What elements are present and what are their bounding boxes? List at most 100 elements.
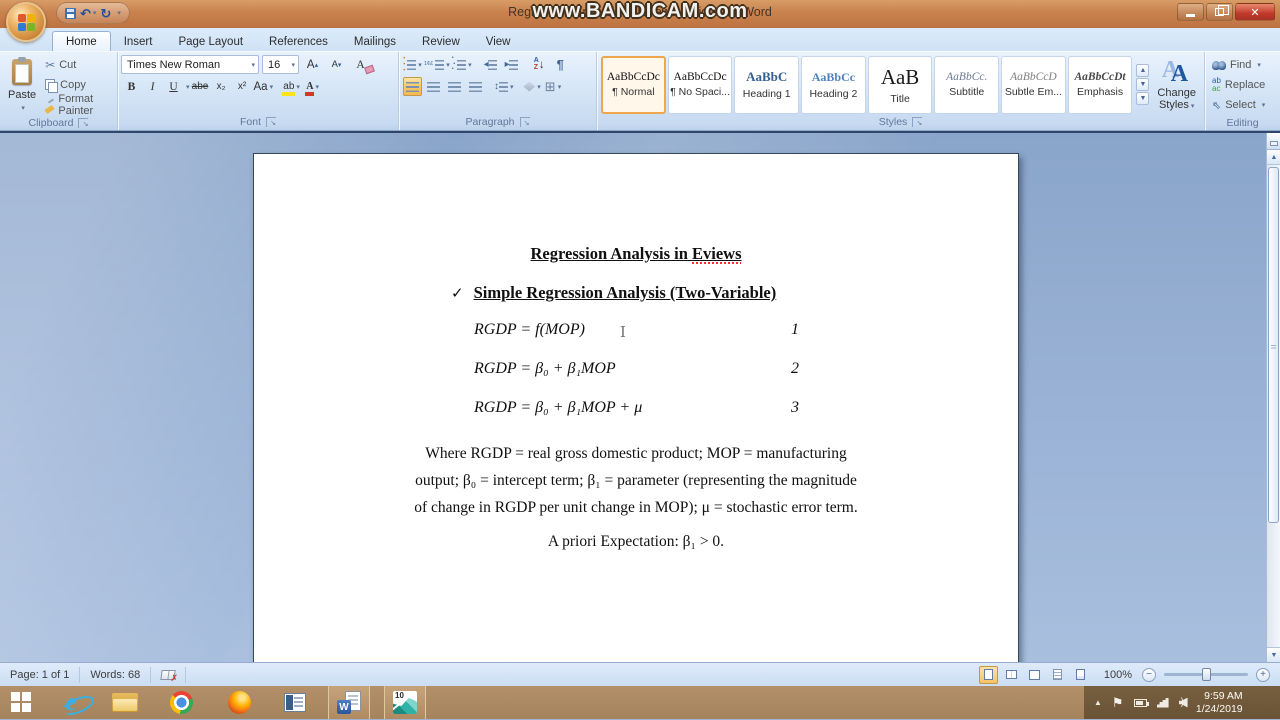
taskbar-item-internet-explorer[interactable]: e [50, 686, 92, 719]
sort-button[interactable]: A Z ↓ [530, 55, 549, 74]
font-color-button[interactable]: A ▾ [303, 77, 322, 96]
styles-dialog-launcher[interactable]: ↘ [912, 117, 923, 127]
change-case-button[interactable]: Aa ▾ [254, 77, 274, 96]
justify-button[interactable] [466, 77, 485, 96]
style-emphasis[interactable]: AaBbCcDt Emphasis [1067, 55, 1133, 114]
format-painter-button[interactable]: Format Painter [41, 93, 114, 117]
action-center-flag-icon[interactable]: ⚑ [1112, 696, 1124, 709]
vertical-scrollbar[interactable]: ▲ ▼ [1266, 133, 1280, 662]
style-no-spacing[interactable]: AaBbCcDc ¶ No Spaci... [667, 55, 733, 114]
tab-insert[interactable]: Insert [111, 32, 166, 51]
style-heading1[interactable]: AaBbC Heading 1 [734, 55, 800, 114]
outline-view-button[interactable] [1048, 666, 1067, 684]
style-subtitle[interactable]: AaBbCc. Subtitle [934, 55, 1000, 114]
web-layout-view-button[interactable] [1025, 666, 1044, 684]
subscript-button[interactable]: x₂ [212, 77, 231, 96]
underline-button[interactable]: U [164, 77, 183, 96]
minimize-button[interactable] [1177, 3, 1204, 21]
numbering-button[interactable]: ▾ [424, 55, 450, 74]
style-title[interactable]: AaB Title [867, 55, 933, 114]
battery-icon[interactable] [1133, 698, 1149, 707]
tab-review[interactable]: Review [409, 32, 473, 51]
tab-references[interactable]: References [256, 32, 341, 51]
align-left-button[interactable] [403, 77, 422, 96]
clock[interactable]: 9:59 AM 1/24/2019 [1196, 690, 1243, 716]
font-dialog-launcher[interactable]: ↘ [266, 117, 276, 127]
highlight-color-button[interactable]: ab ▾ [282, 77, 301, 96]
zoom-level[interactable]: 100% [1104, 669, 1132, 681]
change-styles-button[interactable]: AA Change Styles ▾ [1152, 57, 1201, 113]
replace-button[interactable]: ab ac Replace [1208, 75, 1277, 95]
styles-more-button[interactable]: ▼ [1136, 92, 1150, 105]
style-subtle-emphasis[interactable]: AaBbCcD Subtle Em... [1001, 55, 1066, 114]
restore-button[interactable] [1206, 3, 1233, 21]
taskbar-item-eviews[interactable]: 10 [384, 686, 426, 719]
print-layout-view-button[interactable] [978, 665, 998, 684]
proofing-status[interactable] [151, 666, 187, 683]
clipboard-dialog-launcher[interactable]: ↘ [78, 117, 89, 128]
find-button[interactable]: Find ▾ [1208, 55, 1277, 75]
strikethrough-button[interactable]: abe [191, 77, 210, 96]
underline-dropdown-icon[interactable]: ▾ [186, 83, 190, 91]
multilevel-list-button[interactable]: ▾ [452, 55, 472, 74]
clear-formatting-button[interactable]: A [351, 55, 370, 74]
internet-explorer-icon: e [65, 689, 77, 716]
shading-button[interactable]: ▾ [523, 77, 542, 96]
align-right-button[interactable] [445, 77, 464, 96]
outline-icon [1052, 669, 1062, 680]
document-page[interactable]: Regression Analysis in Eviews ✓ Simple R… [253, 153, 1019, 662]
office-button[interactable] [6, 2, 46, 42]
decrease-indent-button[interactable]: ◂ [481, 55, 500, 74]
network-signal-icon[interactable] [1156, 697, 1169, 708]
ribbon-tab-row: Home Insert Page Layout References Maili… [0, 28, 1280, 51]
volume-control[interactable]: ) [1178, 697, 1188, 708]
tab-page-layout[interactable]: Page Layout [165, 32, 256, 51]
taskbar-item-firefox[interactable] [218, 686, 260, 719]
tab-mailings[interactable]: Mailings [341, 32, 409, 51]
hidden-icons-chevron[interactable]: ▲ [1094, 698, 1102, 707]
zoom-slider-thumb[interactable] [1202, 668, 1211, 681]
grow-font-button[interactable]: A [303, 55, 322, 74]
multilevel-list-icon [452, 56, 467, 73]
zoom-slider[interactable] [1164, 668, 1248, 681]
taskbar-item-app-window[interactable] [274, 686, 316, 719]
styles-scroll-down-button[interactable]: ▼ [1136, 78, 1150, 91]
taskbar-item-word[interactable]: W [328, 686, 370, 719]
tab-home[interactable]: Home [52, 31, 111, 51]
borders-button[interactable]: ⊞ ▾ [544, 77, 563, 96]
close-button[interactable]: ✕ [1235, 3, 1275, 21]
word-count[interactable]: Words: 68 [80, 666, 152, 683]
page-indicator[interactable]: Page: 1 of 1 [0, 666, 81, 683]
cut-button[interactable]: ✂ Cut [41, 55, 114, 75]
font-size-combo[interactable]: 16 ▾ [262, 55, 299, 74]
paragraph-dialog-launcher[interactable]: ↘ [519, 117, 530, 127]
start-button[interactable] [0, 686, 42, 719]
draft-view-button[interactable] [1071, 666, 1090, 684]
font-name-combo[interactable]: Times New Roman ▾ [121, 55, 259, 74]
style-normal[interactable]: AaBbCcDc ¶ Normal [601, 55, 666, 114]
select-button[interactable]: ⇖ Select ▾ [1208, 95, 1277, 115]
shrink-font-button[interactable]: A [327, 55, 346, 74]
superscript-button[interactable]: x² [233, 77, 252, 96]
tab-view[interactable]: View [473, 32, 524, 51]
increase-indent-button[interactable]: ▸ [502, 55, 521, 74]
fullscreen-reading-view-button[interactable] [1002, 666, 1021, 684]
align-center-button[interactable] [424, 77, 443, 96]
style-heading2[interactable]: AaBbCc Heading 2 [801, 55, 866, 114]
zoom-out-button[interactable]: − [1142, 667, 1156, 682]
italic-button[interactable]: I [143, 77, 162, 96]
taskbar-item-chrome[interactable] [160, 686, 202, 719]
styles-scroll-up-button[interactable]: ▲ [1136, 64, 1150, 77]
line-spacing-button[interactable]: ↕ ▾ [494, 77, 514, 96]
bold-button[interactable]: B [122, 77, 141, 96]
bullets-button[interactable]: ▾ [403, 55, 422, 74]
scroll-up-button[interactable]: ▲ [1267, 150, 1280, 165]
scrollbar-thumb[interactable] [1268, 167, 1279, 523]
zoom-in-button[interactable]: + [1256, 667, 1270, 682]
view-ruler-button[interactable] [1267, 133, 1280, 150]
scroll-down-button[interactable]: ▼ [1267, 647, 1280, 662]
show-hide-paragraph-button[interactable]: ¶ [551, 55, 570, 74]
paste-button[interactable]: Paste ▾ [3, 55, 41, 115]
taskbar-item-file-explorer[interactable] [104, 686, 146, 719]
copy-button[interactable]: Copy [41, 75, 114, 95]
